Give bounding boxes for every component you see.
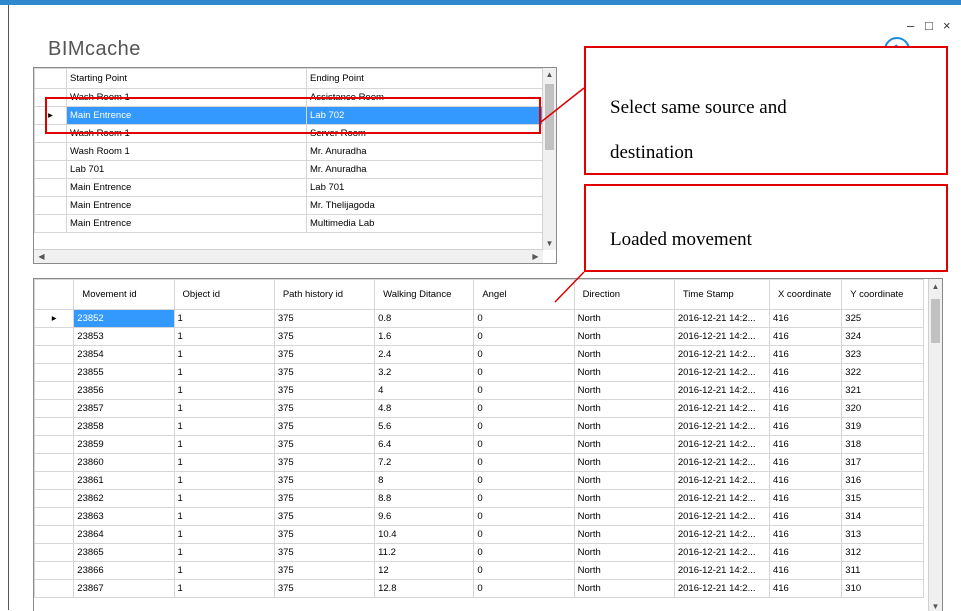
select-annotation-text-2: destination	[610, 142, 694, 163]
loaded-connector-line	[554, 271, 585, 303]
loaded-annotation-text: Loaded movement	[610, 229, 752, 250]
loaded-annotation-box: Loaded movement	[584, 184, 948, 272]
select-annotation-text-1: Select same source and	[610, 97, 787, 118]
select-connector-line	[540, 87, 585, 123]
select-annotation-box: Select same source and destination	[584, 46, 948, 175]
